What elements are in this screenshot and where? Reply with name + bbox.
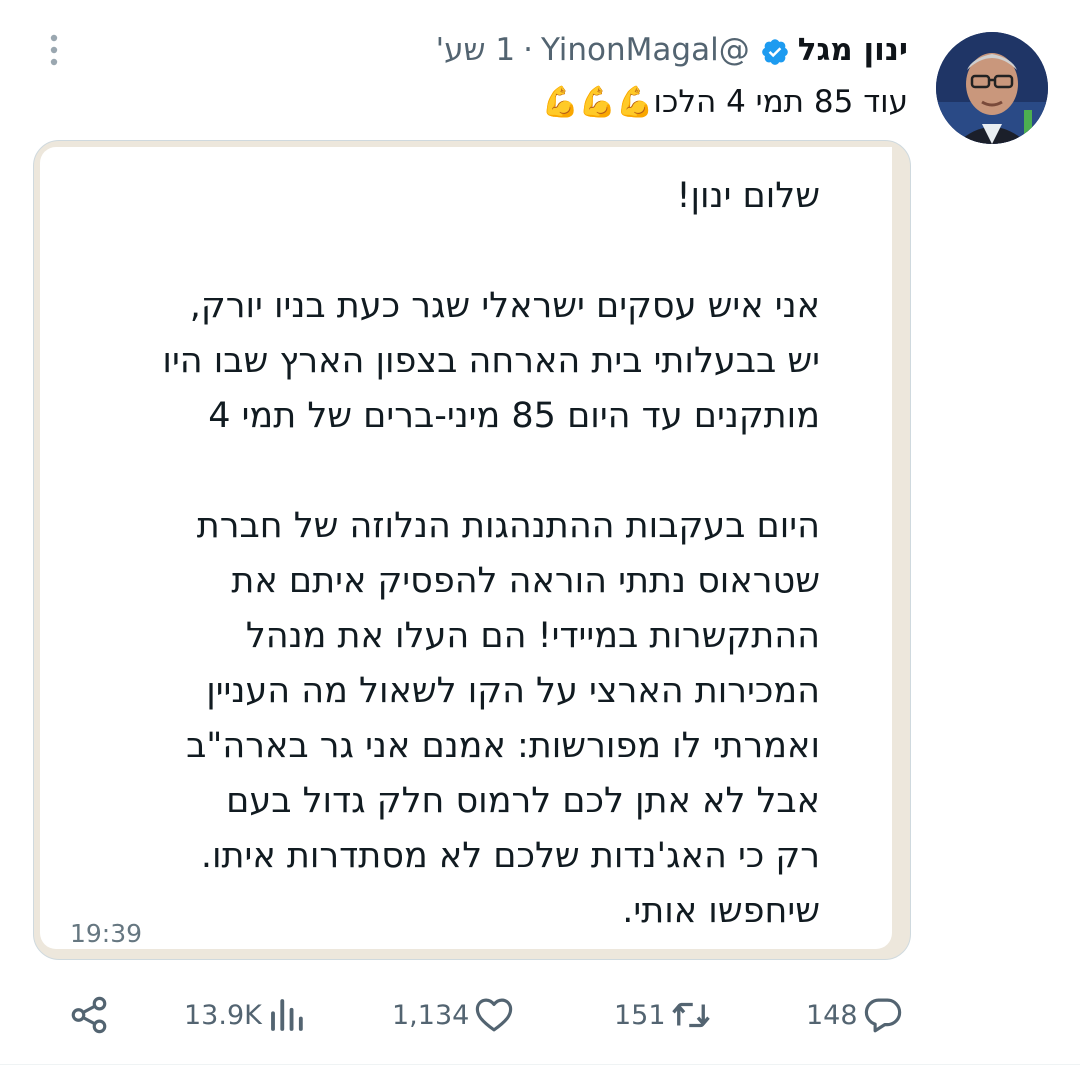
share-button[interactable] — [68, 985, 110, 1045]
views-count: 13.9K — [184, 999, 262, 1031]
chat-message-line: מותקנים עד היום 85 מיני-ברים של תמי 4 — [208, 396, 820, 436]
chat-message-line: שלום ינון! — [676, 176, 820, 216]
author-handle[interactable]: @YinonMagal — [541, 28, 750, 72]
chat-message-timestamp: 19:39 — [70, 919, 143, 948]
chat-message-line: ואמרתי לו מפורשות: אמנם אני גר בארה"ב — [186, 726, 820, 766]
tweet-time[interactable]: 1 שע' — [436, 28, 515, 72]
replies-count: 148 — [806, 999, 858, 1031]
chat-message-line: שיחפשו אותי. — [622, 891, 820, 931]
author-name[interactable]: ינון מגל — [798, 28, 908, 72]
retweets-count: 151 — [614, 999, 666, 1031]
views-button[interactable]: 13.9K — [180, 985, 308, 1045]
chat-message-line: שטראוס נתתי הוראה להפסיק איתם את — [231, 561, 820, 601]
like-button[interactable]: 1,134 — [388, 985, 515, 1045]
chat-message-line: אבל לא אתן לכם לרמוס חלק גדול בעם — [226, 781, 820, 821]
muscle-emoji: 💪💪💪 — [541, 85, 654, 120]
separator-dot: · — [523, 32, 533, 68]
chat-message-line: רק כי האג'נדות שלכם לא מסתדרות איתו. — [200, 836, 820, 876]
tweet-header: ינון מגל @YinonMagal · 1 שע' — [436, 28, 908, 72]
chat-message-line: אני איש עסקים ישראלי שגר כעת בניו יורק, — [189, 286, 820, 326]
retweet-button[interactable]: 151 — [610, 985, 712, 1045]
chat-message-line: ההתקשרות במיידי! הם העלו את מנהל — [245, 616, 820, 656]
likes-count: 1,134 — [392, 999, 470, 1031]
tweet-text: עוד 85 תמי 4 הלכו💪💪💪 — [541, 82, 908, 123]
reply-button[interactable]: 148 — [802, 985, 904, 1045]
tweet-divider — [0, 1064, 1080, 1065]
tweet-text-body: עוד 85 תמי 4 הלכו — [653, 84, 908, 120]
tweet-media-image[interactable]: שלום ינון! אני איש עסקים ישראלי שגר כעת ב… — [33, 140, 911, 960]
more-options-icon[interactable] — [40, 30, 68, 70]
chat-message-blank-line — [162, 224, 820, 279]
retweet-icon — [671, 1002, 710, 1028]
chat-message-line: יש בבעלותי בית הארחה בצפון הארץ שבו היו — [162, 341, 820, 381]
chat-message-line: המכירות הארצי על הקו לשאול מה העניין — [206, 671, 820, 711]
heart-icon — [476, 998, 513, 1032]
views-chart-icon — [270, 999, 303, 1031]
chat-bubble: שלום ינון! אני איש עסקים ישראלי שגר כעת ב… — [40, 147, 892, 949]
chat-message-blank-line — [162, 444, 820, 499]
author-avatar[interactable] — [936, 32, 1048, 144]
chat-message-text: שלום ינון! אני איש עסקים ישראלי שגר כעת ב… — [162, 169, 820, 939]
verified-badge-icon — [760, 35, 790, 65]
reply-bubble-icon — [864, 998, 901, 1033]
share-icon — [71, 996, 107, 1034]
tweet-action-bar: 13.9K 1,134 151 148 — [0, 985, 1080, 1045]
chat-message-line: היום בעקבות ההתנהגות הנלוזה של חברת — [196, 506, 820, 546]
